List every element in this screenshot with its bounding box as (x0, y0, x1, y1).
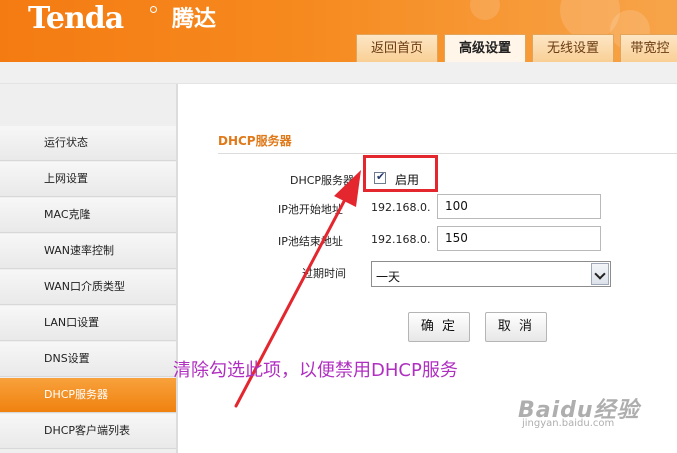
annotation-text: 清除勾选此项，以便禁用DHCP服务 (173, 360, 458, 381)
watermark: Baidu经验 jingyan.baidu.com (518, 392, 640, 429)
watermark-url: jingyan.baidu.com (522, 418, 615, 429)
annotation-arrow (234, 170, 361, 408)
